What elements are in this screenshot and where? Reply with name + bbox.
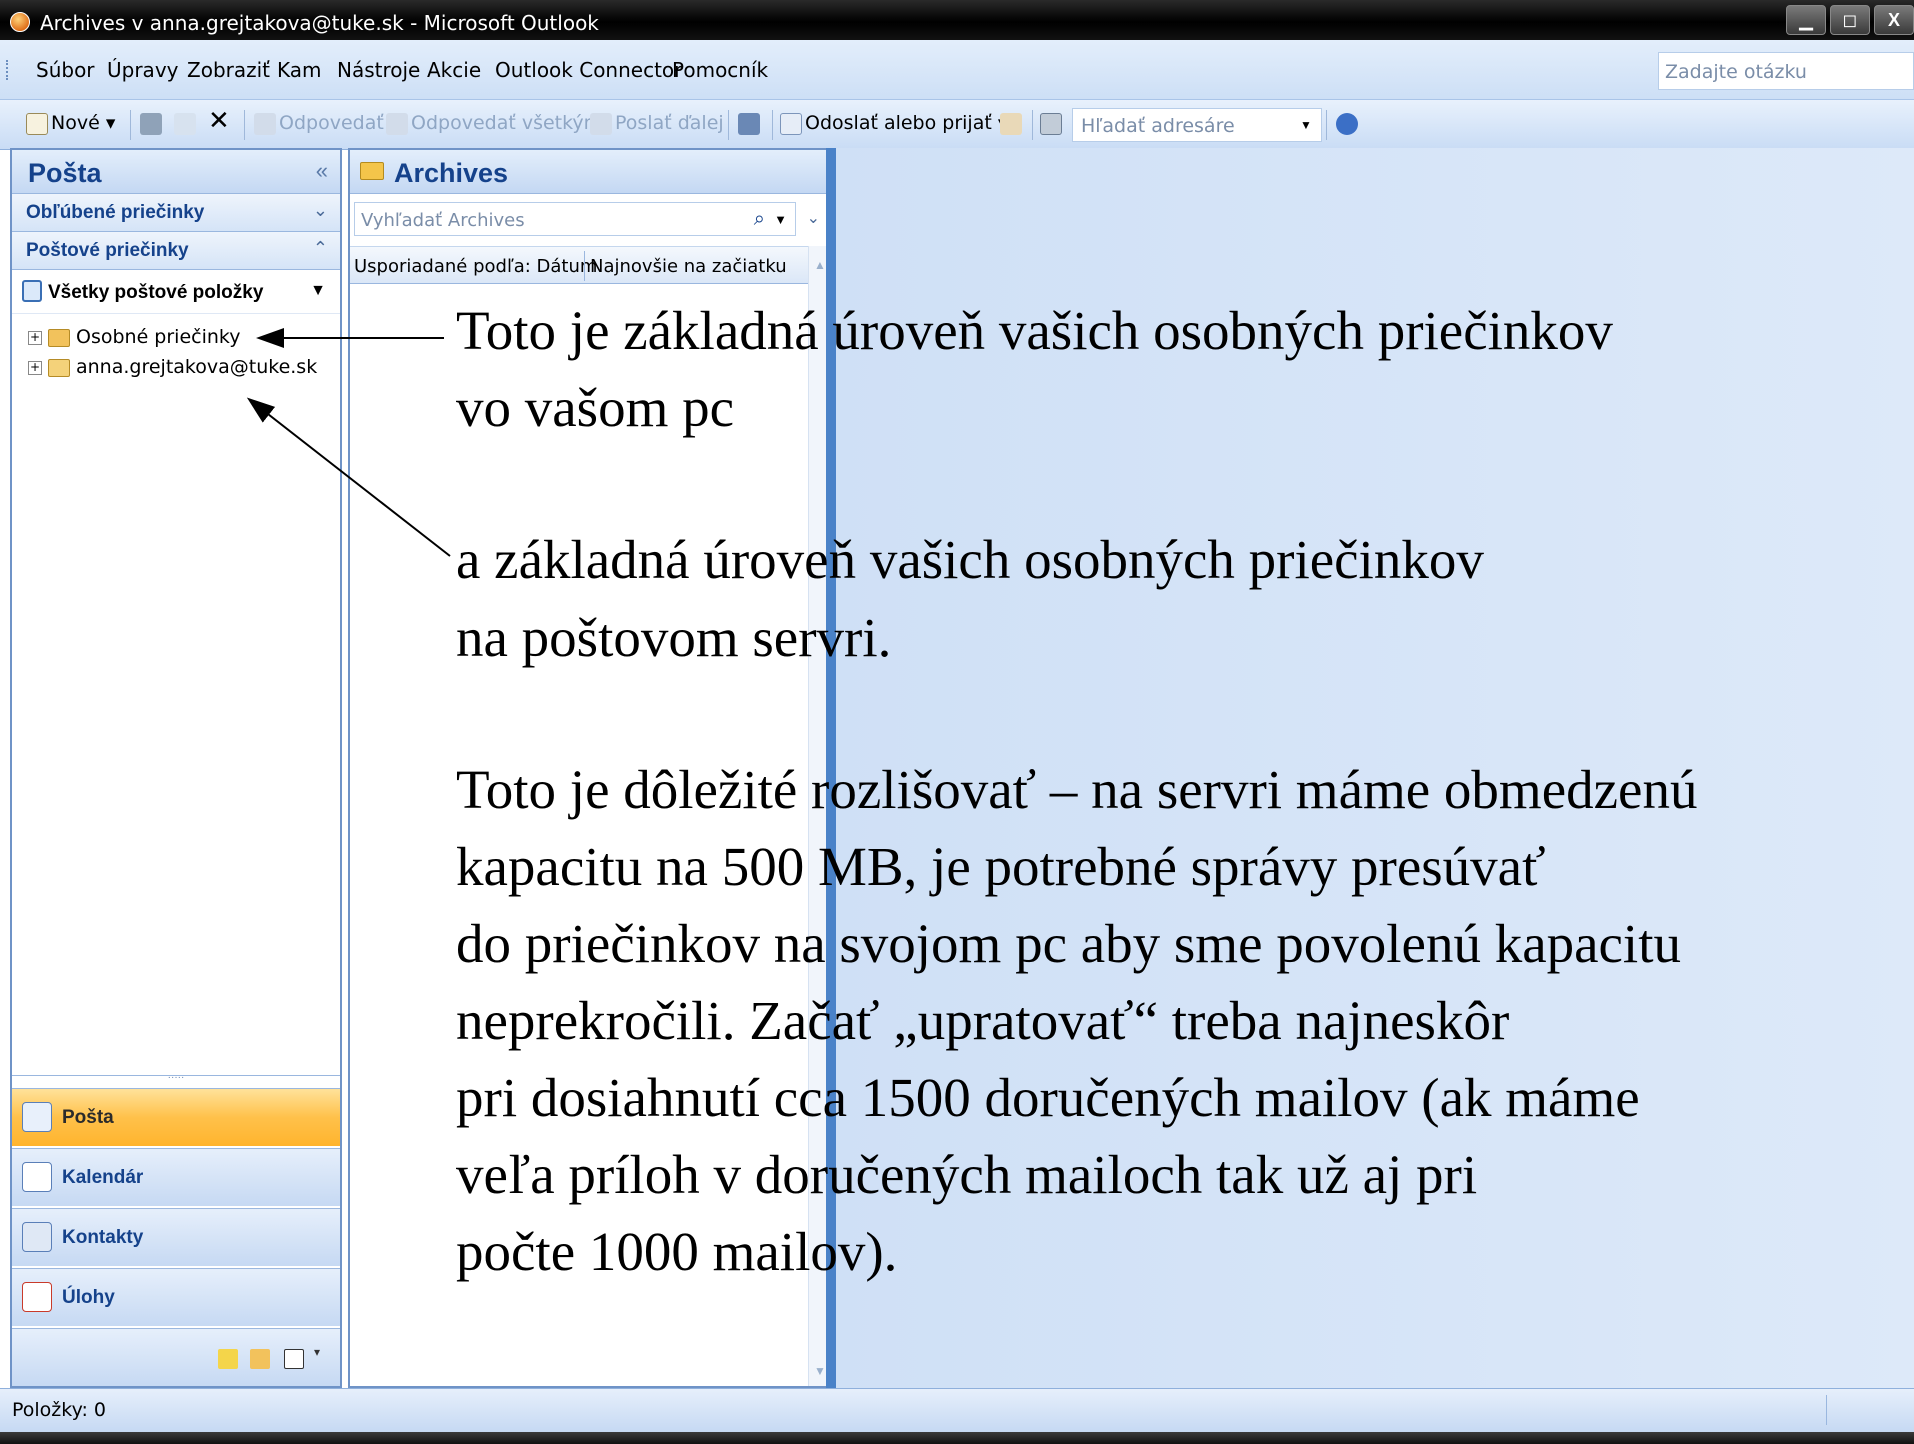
annotation-line: a základná úroveň vašich osobných prieči… [456, 529, 1484, 590]
annotation-line: kapacitu na 500 MB, je potrebné správy p… [456, 836, 1546, 897]
annotation-line: do priečinkov na svojom pc aby sme povol… [456, 913, 1681, 974]
annotation-line: veľa príloh v doručených mailoch tak už … [456, 1144, 1478, 1205]
annotation-line: na poštovom servri. [456, 607, 892, 668]
annotation-line: neprekročili. Začať „upratovať“ treba na… [456, 990, 1510, 1051]
annotation-line: počte 1000 mailov). [456, 1221, 898, 1282]
annotation-line: Toto je dôležité rozlišovať – na servri … [456, 759, 1698, 820]
annotation-line: Toto je základná úroveň vašich osobných … [456, 300, 1613, 361]
annotation-arrows [246, 328, 451, 557]
annotation-line: vo vašom pc [456, 377, 735, 438]
arrow-to-mailbox [246, 397, 451, 557]
annotation-line: pri dosiahnutí cca 1500 doručených mailo… [456, 1067, 1640, 1128]
